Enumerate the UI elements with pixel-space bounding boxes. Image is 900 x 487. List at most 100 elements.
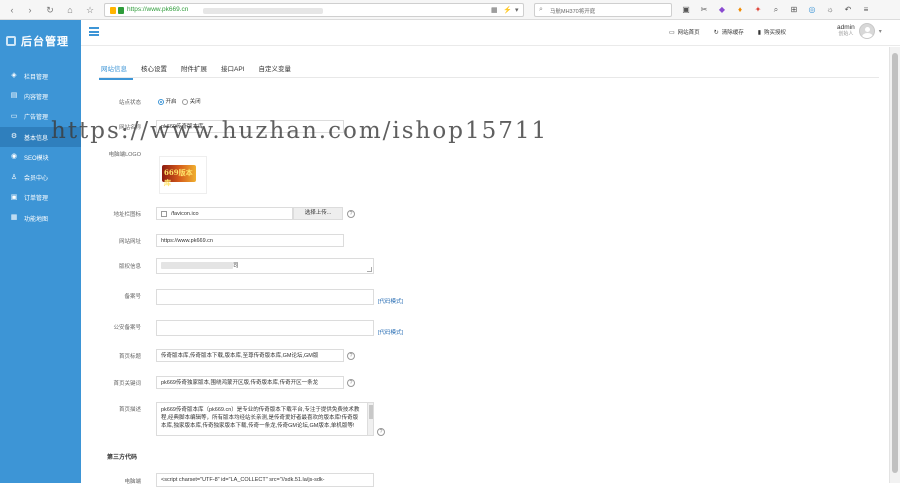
user-icon: ♙ xyxy=(10,173,18,181)
browser-toolbar: ‹ › ↻ ⌂ ☆ https://www.pk669.cn ▦ ⚡ ▾ ⌕ 马… xyxy=(0,0,900,20)
favicon-label: 地址栏图标 xyxy=(113,212,141,218)
favicon-input[interactable]: /favicon.ico xyxy=(156,207,293,220)
scrollbar-thumb[interactable] xyxy=(892,53,898,473)
icp-label: 备案号 xyxy=(124,294,141,300)
bookmark-icon: ▮ xyxy=(757,29,762,36)
address-bar[interactable]: https://www.pk669.cn ▦ ⚡ ▾ xyxy=(104,3,524,17)
help-icon[interactable]: ? xyxy=(377,428,385,436)
police-icp-input[interactable] xyxy=(156,320,374,336)
logo-text: 后台管理 xyxy=(21,36,69,48)
help-icon[interactable]: ? xyxy=(347,210,355,218)
buy-license-link[interactable]: ▮ 购买授权 xyxy=(757,28,786,37)
sidebar-item-orders[interactable]: ▣ 订单管理 xyxy=(0,188,81,208)
home-icon[interactable]: ⌂ xyxy=(64,4,76,16)
hamburger-icon[interactable] xyxy=(89,27,99,36)
url-text: https://www.pk669.cn xyxy=(127,6,189,13)
copyright-blurred xyxy=(161,262,233,269)
page-scrollbar[interactable] xyxy=(889,47,900,483)
menu-icon[interactable]: ≡ xyxy=(860,4,872,16)
tab-grid-icon[interactable]: ▣ xyxy=(680,4,692,16)
police-icp-label: 公安备案号 xyxy=(113,325,141,331)
search-text: 马航MH370将开庭 xyxy=(550,9,596,15)
layers-icon: ◈ xyxy=(11,72,17,80)
reload-icon[interactable]: ↻ xyxy=(44,4,56,16)
chevron-down-icon[interactable]: ▾ xyxy=(879,28,882,35)
home-title-input[interactable]: 传奇版本库,传奇版本下载,版本库,至尊传奇版本库,GM论坛,GM版 xyxy=(156,349,344,362)
pc-code-textarea[interactable]: <script charset="UTF-8" id="LA_COLLECT" … xyxy=(156,473,374,487)
scrollbar-thumb[interactable] xyxy=(369,405,373,419)
user-role: 创始人 xyxy=(838,31,854,37)
radio-off[interactable] xyxy=(182,98,189,105)
settings-icon[interactable]: ☼ xyxy=(824,4,836,16)
radio-on[interactable] xyxy=(158,98,164,105)
textarea-scrollbar[interactable] xyxy=(367,403,373,435)
site-status-label: 站点状态 xyxy=(118,100,141,106)
upload-button[interactable]: 选择上传... xyxy=(293,207,343,220)
search-icon: ⌕ xyxy=(539,6,543,13)
image-icon xyxy=(161,211,167,217)
site-url-input[interactable]: https://www.pk669.cn xyxy=(156,234,344,247)
avatar[interactable] xyxy=(858,23,875,39)
lock-icon xyxy=(118,7,124,14)
shield-icon xyxy=(110,7,116,14)
toolbar-icons: ▣ ✂ ◆ ♦ ✦ ⌕ ⊞ ◎ ☼ ↶ ≡ xyxy=(680,4,872,16)
police-icp-code-mode-link[interactable]: [代码模式] xyxy=(378,328,403,336)
clear-cache-label: 清除缓存 xyxy=(721,30,744,36)
image-icon[interactable]: ◎ xyxy=(806,4,818,16)
icp-input[interactable] xyxy=(156,289,374,305)
home-keywords-input[interactable]: pk669传奇独家版本,围绕鸿蒙开区版,传奇版本库,传奇开区一条龙 xyxy=(156,376,344,389)
help-icon[interactable]: ? xyxy=(347,352,355,360)
sidebar-item-label: SEO模块 xyxy=(24,155,49,162)
tab-divider xyxy=(99,77,879,78)
radio-on-label: 开启 xyxy=(165,99,177,105)
monitor-icon: ▭ xyxy=(669,29,675,36)
refresh-icon: ↻ xyxy=(713,29,719,36)
sidebar-item-label: 广告管理 xyxy=(24,115,49,122)
url-blurred xyxy=(203,8,323,14)
sidebar-item-members[interactable]: ♙ 会员中心 xyxy=(0,167,81,187)
sidebar-item-label: 栏目管理 xyxy=(24,74,49,81)
user-name: admin xyxy=(837,24,855,31)
home-desc-textarea[interactable]: pk669传奇版本库（pk669.cn）是专业的传奇版本下载平台,专注于提供免费… xyxy=(156,402,374,436)
lightning-icon[interactable]: ⚡ xyxy=(503,7,512,14)
sidebar-item-column[interactable]: ◈ 栏目管理 xyxy=(0,66,81,86)
section-third-party-code: 第三方代码 xyxy=(107,455,138,461)
site-status-radios: 开启 关闭 xyxy=(158,97,201,105)
tab-grid-icon[interactable]: ▦ xyxy=(491,7,498,14)
sidebar-item-label: 订单管理 xyxy=(24,196,49,203)
back-icon[interactable]: ‹ xyxy=(6,4,18,16)
home-title-label: 首页标题 xyxy=(118,354,141,360)
settings-panel: 网站信息 核心设置 附件扩展 接口API 自定义变量 站点状态 开启 关闭 网站… xyxy=(81,47,889,487)
sidebar-item-seo[interactable]: ◉ SEO模块 xyxy=(0,147,81,167)
pc-code-label: 电脑端 xyxy=(124,479,141,485)
copyright-input[interactable]: 司 xyxy=(156,258,374,274)
help-icon[interactable]: ? xyxy=(347,379,355,387)
sidebar-item-sitemap[interactable]: ▦ 功能地图 xyxy=(0,208,81,228)
undo-icon[interactable]: ↶ xyxy=(842,4,854,16)
sidebar-item-content[interactable]: ▤ 内容管理 xyxy=(0,86,81,106)
forward-icon[interactable]: › xyxy=(24,4,36,16)
logo: 后台管理 xyxy=(6,33,69,49)
badge-icon[interactable]: ◆ xyxy=(716,4,728,16)
grid-icon[interactable]: ⊞ xyxy=(788,4,800,16)
pc-logo-preview[interactable]: 669版本库 xyxy=(159,156,207,194)
icp-code-mode-link[interactable]: [代码模式] xyxy=(378,297,403,305)
scissors-icon[interactable]: ✂ xyxy=(698,4,710,16)
watermark-text: https://www.huzhan.com/ishop15711 xyxy=(51,118,549,144)
sidebar: 后台管理 ◈ 栏目管理 ▤ 内容管理 ▭ 广告管理 ⚙ 基本信息 ◉ SEO模块 ♙ 会员中… xyxy=(0,20,81,483)
clear-cache-link[interactable]: ↻ 清除缓存 xyxy=(713,28,744,37)
site-url-label: 网站网址 xyxy=(118,239,141,245)
star-icon[interactable]: ☆ xyxy=(84,4,96,16)
plugin-icon[interactable]: ♦ xyxy=(734,4,746,16)
search-box[interactable]: ⌕ 马航MH370将开庭 xyxy=(534,3,672,17)
site-home-link[interactable]: ▭ 网站首页 xyxy=(669,28,700,37)
sidebar-item-label: 功能地图 xyxy=(24,216,49,223)
sidebar-item-label: 基本信息 xyxy=(24,135,49,142)
user-menu[interactable]: admin 创始人 ▾ xyxy=(837,23,882,39)
translate-icon[interactable]: ✦ xyxy=(752,4,764,16)
copyright-label: 版权信息 xyxy=(118,264,141,270)
chevron-down-icon[interactable]: ▾ xyxy=(515,7,522,14)
home-desc-label: 首页描述 xyxy=(118,407,141,413)
resize-grip[interactable] xyxy=(367,267,372,272)
search-icon[interactable]: ⌕ xyxy=(770,4,782,16)
